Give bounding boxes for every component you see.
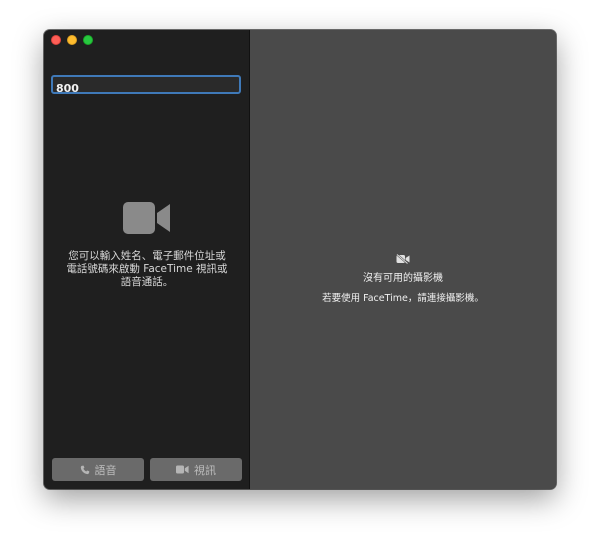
call-buttons: 語音 視訊: [52, 458, 242, 481]
close-window-button[interactable]: [51, 35, 61, 45]
video-call-button[interactable]: 視訊: [150, 458, 242, 481]
contact-search-field[interactable]: [51, 75, 241, 96]
phone-icon: [80, 465, 89, 474]
start-call-hint: 您可以輸入姓名、電子郵件位址或 電話號碼來啟動 FaceTime 視訊或 語音通…: [66, 250, 228, 288]
video-camera-icon: [123, 202, 170, 234]
video-camera-off-icon: [396, 254, 410, 264]
audio-call-button[interactable]: 語音: [52, 458, 144, 481]
window-controls: [51, 35, 93, 45]
sidebar: 您可以輸入姓名、電子郵件位址或 電話號碼來啟動 FaceTime 視訊或 語音通…: [44, 30, 250, 489]
no-camera-title: 沒有可用的攝影機: [363, 273, 443, 284]
no-camera-subtitle: 若要使用 FaceTime，請連接攝影機。: [322, 293, 484, 304]
video-call-label: 視訊: [194, 463, 216, 477]
minimize-window-button[interactable]: [67, 35, 77, 45]
audio-call-label: 語音: [94, 463, 117, 477]
video-camera-icon: [176, 465, 189, 474]
contact-search-input[interactable]: [53, 81, 239, 96]
facetime-window: 您可以輸入姓名、電子郵件位址或 電話號碼來啟動 FaceTime 視訊或 語音通…: [44, 30, 556, 489]
camera-preview-area: 沒有可用的攝影機 若要使用 FaceTime，請連接攝影機。: [250, 30, 556, 489]
zoom-window-button[interactable]: [83, 35, 93, 45]
